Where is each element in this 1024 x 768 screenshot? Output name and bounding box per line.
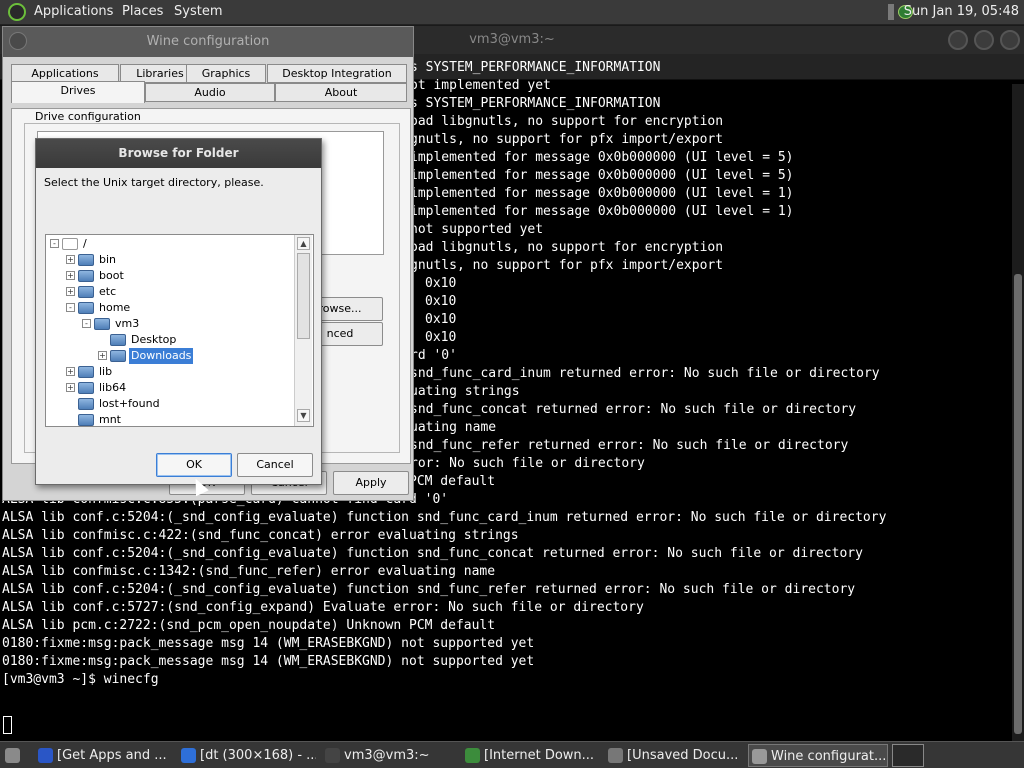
folder-icon: [78, 270, 94, 282]
terminal-scroll-thumb[interactable]: [1014, 274, 1022, 734]
top-panel: Applications Places System Sun Jan 19, 0…: [0, 0, 1024, 25]
tree-item-label: lib64: [99, 381, 127, 394]
expand-icon[interactable]: +: [66, 255, 75, 264]
tree-item-label: lost+found: [99, 397, 160, 410]
folder-icon: [78, 398, 94, 410]
tab-graphics[interactable]: Graphics: [186, 64, 266, 83]
tree-scrollbar[interactable]: ▲ ▼: [294, 235, 312, 426]
collapse-icon[interactable]: -: [50, 239, 59, 248]
tab-drives[interactable]: Drives: [11, 81, 145, 103]
show-desktop-button[interactable]: [2, 744, 24, 767]
taskbar-item[interactable]: Wine configurat...: [748, 744, 888, 767]
folder-icon: [78, 254, 94, 266]
taskbar-item[interactable]: [Unsaved Docu...: [605, 744, 743, 767]
maximize-icon[interactable]: [974, 30, 994, 50]
tray-separator: [888, 4, 894, 20]
clock[interactable]: Sun Jan 19, 05:48: [904, 4, 1019, 19]
terminal-icon: [325, 748, 340, 763]
terminal-line: ALSA lib conf.c:5204:(_snd_config_evalua…: [2, 510, 887, 525]
menu-system[interactable]: System: [174, 4, 222, 19]
taskbar-item[interactable]: vm3@vm3:~: [322, 744, 456, 767]
terminal-line: ALSA lib conf.c:5204:(_snd_config_evalua…: [2, 546, 863, 561]
tree-item-label: mnt: [99, 413, 121, 426]
terminal-line: ALSA lib pcm.c:2722:(snd_pcm_open_noupda…: [2, 618, 496, 633]
collapse-icon[interactable]: -: [66, 303, 75, 312]
folder-icon: [110, 334, 126, 346]
tree-item-label: boot: [99, 269, 124, 282]
folder-icon: [78, 366, 94, 378]
distro-logo-icon[interactable]: [8, 3, 26, 21]
tree-item-label: home: [99, 301, 131, 314]
workspace-switcher[interactable]: [892, 744, 924, 767]
tab-audio[interactable]: Audio: [145, 83, 275, 102]
taskbar-item-label: Wine configurat...: [771, 749, 887, 764]
expand-icon[interactable]: +: [98, 351, 107, 360]
tab-about[interactable]: About: [275, 83, 407, 102]
terminal-line: ALSA lib conf.c:5727:(snd_config_expand)…: [2, 600, 644, 615]
folder-icon: [78, 302, 94, 314]
taskbar-item[interactable]: [dt (300×168) - ...: [178, 744, 316, 767]
browse-dialog-title[interactable]: Browse for Folder: [36, 139, 321, 168]
folder-icon: [78, 286, 94, 298]
browse-ok-button[interactable]: OK: [156, 453, 232, 477]
taskbar: [Get Apps and ... [dt (300×168) - ... vm3@…: [0, 741, 1024, 768]
folder-icon: [78, 382, 94, 394]
terminal-line: [vm3@vm3 ~]$ winecfg: [2, 672, 159, 687]
tree-item-label: etc: [99, 285, 117, 298]
terminal-cursor: [3, 716, 12, 734]
scroll-down-icon[interactable]: ▼: [297, 409, 310, 422]
tab-desktop-integration[interactable]: Desktop Integration: [267, 64, 407, 83]
taskbar-item-label: [dt (300×168) - ...: [200, 748, 316, 763]
download-icon: [465, 748, 480, 763]
folder-icon: [62, 238, 78, 250]
expand-icon[interactable]: +: [66, 367, 75, 376]
tools-icon: [752, 749, 767, 764]
tree-item-label: bin: [99, 253, 117, 266]
tree-scroll-thumb[interactable]: [297, 253, 310, 339]
show-desktop-icon: [5, 748, 20, 763]
browse-folder-dialog: Browse for Folder Select the Unix target…: [35, 138, 322, 485]
tree-item-label: /: [83, 237, 87, 250]
terminal-line: ALSA lib confmisc.c:1342:(snd_func_refer…: [2, 564, 496, 579]
browser-icon: [181, 748, 196, 763]
folder-tree[interactable]: - / + bin + boot + etc - home - vm3 Desktop + Download…: [45, 234, 314, 427]
folder-icon: [94, 318, 110, 330]
taskbar-item[interactable]: [Internet Down...: [462, 744, 600, 767]
taskbar-item[interactable]: [Get Apps and ...: [35, 744, 173, 767]
wine-config-title[interactable]: Wine configuration: [3, 27, 413, 57]
terminal-line: 0180:fixme:msg:pack_message msg 14 (WM_E…: [2, 636, 535, 651]
browse-cancel-button[interactable]: Cancel: [237, 453, 313, 477]
browse-prompt: Select the Unix target directory, please…: [44, 176, 264, 189]
scroll-up-icon[interactable]: ▲: [297, 237, 310, 250]
menu-places[interactable]: Places: [122, 4, 163, 19]
expand-icon[interactable]: +: [66, 383, 75, 392]
expand-icon[interactable]: +: [66, 287, 75, 296]
collapse-icon[interactable]: -: [82, 319, 91, 328]
taskbar-item-label: [Internet Down...: [484, 748, 595, 763]
tree-item-label: lib: [99, 365, 113, 378]
minimize-icon[interactable]: [948, 30, 968, 50]
window-menu-icon[interactable]: [9, 32, 27, 50]
terminal-line: 0180:fixme:msg:pack_message msg 14 (WM_E…: [2, 654, 535, 669]
drive-config-label: Drive configuration: [33, 110, 143, 123]
folder-icon: [78, 414, 94, 426]
taskbar-item-label: [Get Apps and ...: [57, 748, 167, 763]
apply-button[interactable]: Apply: [333, 471, 409, 495]
menu-applications[interactable]: Applications: [34, 4, 113, 19]
terminal-line: ALSA lib confmisc.c:422:(snd_func_concat…: [2, 528, 519, 543]
terminal-line: ALSA lib conf.c:5204:(_snd_config_evalua…: [2, 582, 856, 597]
globe-icon: [38, 748, 53, 763]
tree-item-label: Desktop: [131, 333, 177, 346]
tree-item-label: Downloads: [129, 348, 194, 364]
tree-item-label: vm3: [115, 317, 140, 330]
document-icon: [608, 748, 623, 763]
taskbar-item-label: vm3@vm3:~: [344, 748, 430, 763]
taskbar-item-label: [Unsaved Docu...: [627, 748, 739, 763]
expand-icon[interactable]: +: [66, 271, 75, 280]
folder-icon: [110, 350, 126, 362]
close-icon[interactable]: [1000, 30, 1020, 50]
